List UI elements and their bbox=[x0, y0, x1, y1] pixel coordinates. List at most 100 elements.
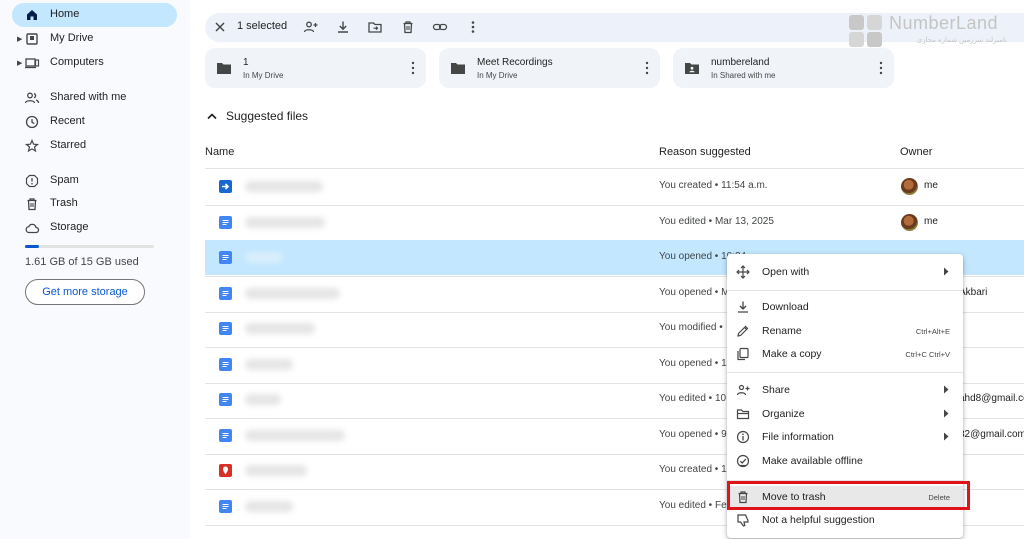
reason-suggested: You opened • 1 bbox=[659, 358, 727, 369]
submenu-arrow-icon bbox=[944, 432, 949, 441]
chevron-up-icon[interactable] bbox=[206, 111, 218, 121]
menu-item-make-available-offline[interactable]: Make available offline bbox=[727, 450, 963, 472]
move-to-folder-icon[interactable] bbox=[367, 19, 383, 35]
menu-item-make-a-copy[interactable]: Make a copy Ctrl+C Ctrl+V bbox=[727, 343, 963, 365]
more-vert-icon[interactable] bbox=[879, 61, 883, 75]
sidebar-item-spam[interactable]: Spam bbox=[12, 169, 177, 193]
storage-usage-text: 1.61 GB of 15 GB used bbox=[25, 256, 139, 268]
shared-icon bbox=[24, 92, 40, 104]
move-arrows-icon bbox=[736, 265, 750, 279]
reason-suggested: You created • 1 bbox=[659, 464, 727, 475]
sidebar-item-recent[interactable]: Recent bbox=[12, 110, 177, 134]
menu-item-label: Make available offline bbox=[762, 455, 863, 467]
sidebar-item-trash[interactable]: Trash bbox=[12, 192, 177, 216]
copy-icon bbox=[737, 347, 749, 361]
computers-icon bbox=[25, 58, 40, 69]
menu-item-rename[interactable]: Rename Ctrl+Alt+E bbox=[727, 320, 963, 342]
submenu-arrow-icon bbox=[944, 267, 949, 276]
link-icon[interactable] bbox=[432, 19, 448, 35]
spam-icon bbox=[25, 174, 39, 188]
cloud-icon bbox=[25, 223, 40, 234]
menu-item-label: Download bbox=[762, 301, 809, 313]
table-row[interactable]: You created • 11:54 a.m. me bbox=[205, 169, 1024, 204]
watermark-name: NumberLand bbox=[889, 13, 999, 33]
menu-item-file-information[interactable]: File information bbox=[727, 426, 963, 448]
owner-name: 32@gmail.com bbox=[959, 429, 1024, 440]
menu-item-label: Not a helpful suggestion bbox=[762, 514, 875, 526]
clock-icon bbox=[25, 115, 39, 129]
menu-item-shortcut: Ctrl+Alt+E bbox=[915, 327, 950, 336]
section-title: Suggested files bbox=[226, 109, 309, 123]
share-person-add-icon[interactable] bbox=[303, 19, 319, 35]
sidebar-item-label: Home bbox=[50, 8, 80, 20]
home-icon bbox=[27, 10, 37, 20]
doc-icon bbox=[219, 393, 232, 406]
reason-suggested: You created • 11:54 a.m. bbox=[659, 180, 768, 191]
owner-name: me bbox=[924, 216, 938, 227]
sidebar-item-computers[interactable]: ▶ Computers bbox=[12, 51, 177, 75]
reason-suggested: You opened • 9 bbox=[659, 429, 727, 440]
folder-card[interactable]: Meet Recordings In My Drive bbox=[439, 48, 660, 88]
file-name-redacted bbox=[245, 430, 345, 441]
menu-item-not-a-helpful-suggestion[interactable]: Not a helpful suggestion bbox=[727, 509, 963, 531]
close-selection-icon[interactable] bbox=[212, 19, 228, 35]
file-type-icon-arrow bbox=[219, 180, 232, 193]
column-header-reason[interactable]: Reason suggested bbox=[659, 146, 751, 158]
expand-caret-icon[interactable]: ▶ bbox=[17, 35, 22, 43]
menu-item-share[interactable]: Share bbox=[727, 379, 963, 401]
storage-progress-fill bbox=[25, 245, 39, 248]
more-vert-icon[interactable] bbox=[411, 61, 415, 75]
folder-location: In My Drive bbox=[243, 71, 284, 80]
reason-suggested: You edited • 10 bbox=[659, 393, 727, 404]
file-name-redacted bbox=[245, 288, 340, 299]
doc-icon bbox=[219, 287, 232, 300]
reason-suggested: You edited • Mar 13, 2025 bbox=[659, 216, 774, 227]
sidebar-item-label: Shared with me bbox=[50, 91, 127, 103]
doc-icon bbox=[219, 429, 232, 442]
folder-card[interactable]: 1 In My Drive bbox=[205, 48, 426, 88]
sidebar-item-shared-with-me[interactable]: Shared with me bbox=[12, 86, 177, 110]
offline-check-icon bbox=[736, 454, 750, 468]
column-header-owner[interactable]: Owner bbox=[900, 146, 932, 158]
owner-name: Akbari bbox=[959, 287, 988, 298]
file-name-redacted bbox=[245, 252, 283, 263]
menu-item-open-with[interactable]: Open with bbox=[727, 261, 963, 283]
sidebar-item-label: My Drive bbox=[50, 32, 94, 44]
menu-item-shortcut: Ctrl+C Ctrl+V bbox=[905, 350, 950, 359]
sidebar-item-starred[interactable]: Starred bbox=[12, 134, 177, 158]
sidebar-item-label: Trash bbox=[50, 197, 78, 209]
menu-separator bbox=[727, 372, 963, 373]
sidebar-item-storage[interactable]: Storage bbox=[12, 216, 177, 240]
menu-item-label: Organize bbox=[762, 408, 805, 420]
menu-item-download[interactable]: Download bbox=[727, 296, 963, 318]
highlight-box bbox=[727, 481, 970, 510]
file-name-redacted bbox=[245, 217, 325, 228]
get-more-storage-button[interactable]: Get more storage bbox=[25, 279, 145, 305]
sidebar: Home ▶ My Drive ▶ Computers Shared with … bbox=[0, 0, 190, 539]
more-vert-icon[interactable] bbox=[465, 19, 481, 35]
trash-icon[interactable] bbox=[400, 19, 416, 35]
doc-icon bbox=[219, 216, 232, 229]
menu-item-organize[interactable]: Organize bbox=[727, 403, 963, 425]
menu-item-label: Open with bbox=[762, 266, 810, 278]
star-icon bbox=[24, 138, 40, 153]
file-type-icon-red bbox=[219, 464, 232, 477]
column-header-name[interactable]: Name bbox=[205, 146, 234, 158]
more-vert-icon[interactable] bbox=[645, 61, 649, 75]
pencil-icon bbox=[737, 325, 749, 337]
folder-icon bbox=[451, 63, 465, 74]
owner-name: ahd8@gmail.co bbox=[959, 393, 1024, 404]
menu-item-label: File information bbox=[762, 431, 834, 443]
trash-icon bbox=[27, 198, 37, 211]
folder-name: 1 bbox=[243, 57, 249, 68]
expand-caret-icon[interactable]: ▶ bbox=[17, 59, 22, 67]
file-name-redacted bbox=[245, 359, 293, 370]
avatar bbox=[901, 178, 918, 195]
sidebar-item-my-drive[interactable]: ▶ My Drive bbox=[12, 27, 177, 51]
download-icon[interactable] bbox=[335, 19, 351, 35]
sidebar-item-home[interactable]: Home bbox=[12, 3, 177, 27]
folder-card[interactable]: numbereland In Shared with me bbox=[673, 48, 894, 88]
table-row[interactable]: You edited • Mar 13, 2025 me bbox=[205, 205, 1024, 240]
reason-suggested: You opened • M bbox=[659, 287, 730, 298]
file-name-redacted bbox=[245, 501, 293, 512]
